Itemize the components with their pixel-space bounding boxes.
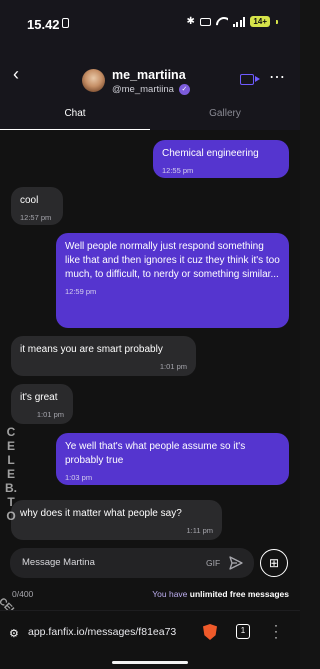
message-time: 12:55 pm bbox=[162, 166, 194, 175]
gif-button[interactable]: GIF bbox=[206, 558, 220, 568]
message-text: it's great bbox=[20, 392, 58, 403]
url-bar[interactable]: app.fanfix.io/messages/f81ea73 bbox=[28, 626, 198, 638]
message-time: 1:11 pm bbox=[186, 526, 213, 535]
free-messages-prefix: You have bbox=[152, 589, 188, 599]
message-text: Chemical engineering bbox=[162, 148, 259, 159]
message-bubble-sent[interactable]: Well people normally just respond someth… bbox=[56, 233, 289, 328]
tab-bar: Chat Gallery bbox=[0, 102, 300, 130]
message-time: 12:57 pm bbox=[20, 213, 52, 222]
home-indicator[interactable] bbox=[112, 661, 188, 664]
chat-header: ‹ me_martiina @me_martiina ✓ ⋯ bbox=[0, 46, 300, 102]
message-text: cool bbox=[20, 195, 39, 206]
username-row: @me_martiina ✓ bbox=[112, 84, 190, 95]
message-time: 1:03 pm bbox=[65, 473, 93, 482]
message-bubble-received[interactable]: it means you are smart probably 1:01 pm bbox=[11, 336, 196, 376]
status-icons: ✱ 14+ bbox=[187, 16, 278, 27]
watermark-side: CELEB.TO bbox=[5, 425, 17, 523]
free-messages-note: You have unlimited free messages bbox=[152, 589, 289, 599]
tab-gallery[interactable]: Gallery bbox=[150, 102, 300, 130]
brave-shield-icon[interactable] bbox=[203, 624, 217, 640]
message-list[interactable]: Chemical engineering 12:55 pm cool 12:57… bbox=[0, 130, 300, 540]
message-time: 12:59 pm bbox=[65, 287, 97, 296]
chevron-left-icon[interactable]: ‹ bbox=[8, 64, 24, 84]
battery-indicator: 14+ bbox=[250, 16, 270, 27]
verified-badge-icon: ✓ bbox=[178, 84, 190, 95]
bluetooth-icon: ✱ bbox=[186, 16, 195, 27]
vibrate-icon bbox=[199, 17, 211, 26]
message-bubble-sent[interactable]: Ye well that's what people assume so it'… bbox=[56, 433, 289, 485]
character-count: 0/400 bbox=[12, 589, 34, 599]
message-bubble-received[interactable]: why does it matter what people say? 1:11… bbox=[11, 500, 222, 540]
message-text: why does it matter what people say? bbox=[20, 508, 182, 519]
tune-icon[interactable]: ⚙ bbox=[9, 627, 19, 640]
battery-saver-icon bbox=[62, 18, 69, 28]
message-input[interactable]: Message Martina GIF bbox=[10, 548, 254, 578]
avatar[interactable] bbox=[82, 69, 105, 92]
message-composer: Message Martina GIF ⊞ 0/400 You have unl… bbox=[0, 540, 300, 610]
send-icon[interactable] bbox=[229, 556, 243, 570]
free-messages-highlight: unlimited free messages bbox=[189, 589, 289, 599]
battery-tip bbox=[276, 19, 278, 24]
message-bubble-received[interactable]: it's great 1:01 pm bbox=[11, 384, 73, 424]
message-text: Well people normally just respond someth… bbox=[65, 241, 280, 280]
message-text: it means you are smart probably bbox=[20, 344, 163, 355]
message-time: 1:01 pm bbox=[36, 410, 64, 419]
username: @me_martiina bbox=[112, 84, 174, 95]
message-input-placeholder: Message Martina bbox=[22, 557, 95, 568]
status-bar: 15.42 ✱ 14+ bbox=[0, 0, 300, 46]
status-time: 15.42 bbox=[27, 17, 60, 32]
message-time: 1:01 pm bbox=[159, 362, 187, 371]
browser-toolbar: ⚙ app.fanfix.io/messages/f81ea73 1 · · · bbox=[0, 610, 300, 669]
video-camera-icon[interactable] bbox=[240, 74, 260, 85]
message-bubble-received[interactable]: cool 12:57 pm bbox=[11, 187, 63, 225]
message-bubble-sent[interactable]: Chemical engineering 12:55 pm bbox=[153, 140, 289, 178]
more-horizontal-icon[interactable]: ⋯ bbox=[269, 70, 285, 86]
signal-icon bbox=[232, 16, 246, 27]
tab-chat[interactable]: Chat bbox=[0, 102, 150, 130]
more-vertical-icon[interactable]: · · · bbox=[273, 619, 279, 643]
wifi-icon bbox=[216, 17, 228, 26]
tabs-button[interactable]: 1 bbox=[236, 624, 250, 639]
gift-icon[interactable]: ⊞ bbox=[260, 549, 288, 577]
message-text: Ye well that's what people assume so it'… bbox=[65, 441, 246, 466]
display-name[interactable]: me_martiina bbox=[112, 68, 186, 82]
